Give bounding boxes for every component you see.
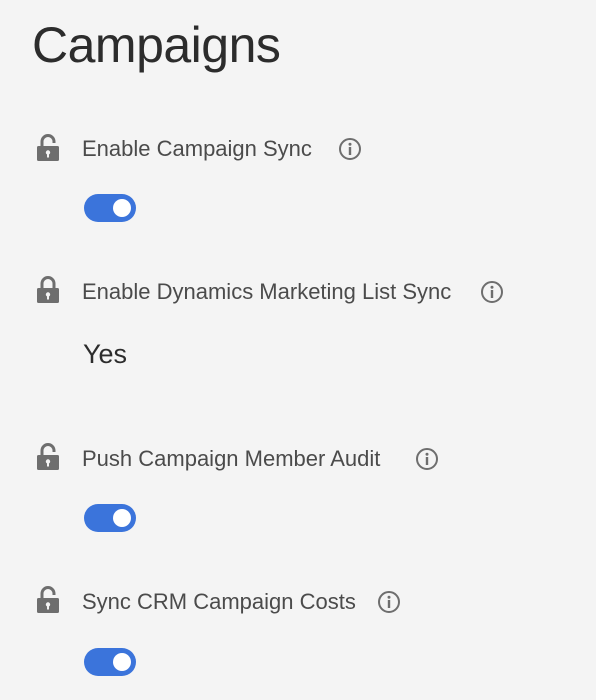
info-icon[interactable] [480,280,504,304]
page-title: Campaigns [32,17,281,73]
toggle-knob [113,199,131,217]
setting-value: Yes [83,339,128,369]
setting-label: Sync CRM Campaign Costs [82,589,356,614]
lock-closed-icon[interactable] [36,276,60,304]
enable-campaign-sync-toggle[interactable] [84,194,136,222]
setting-label: Enable Dynamics Marketing List Sync [82,279,452,304]
setting-label: Enable Campaign Sync [82,136,312,161]
info-icon[interactable] [338,137,362,161]
toggle-knob [113,509,131,527]
lock-open-icon[interactable] [36,443,60,471]
push-campaign-member-audit-toggle[interactable] [84,504,136,532]
lock-open-icon[interactable] [36,134,60,162]
info-icon[interactable] [377,590,401,614]
sync-crm-campaign-costs-toggle[interactable] [84,648,136,676]
setting-label: Push Campaign Member Audit [82,446,381,471]
lock-open-icon[interactable] [36,586,60,614]
toggle-knob [113,653,131,671]
info-icon[interactable] [415,447,439,471]
